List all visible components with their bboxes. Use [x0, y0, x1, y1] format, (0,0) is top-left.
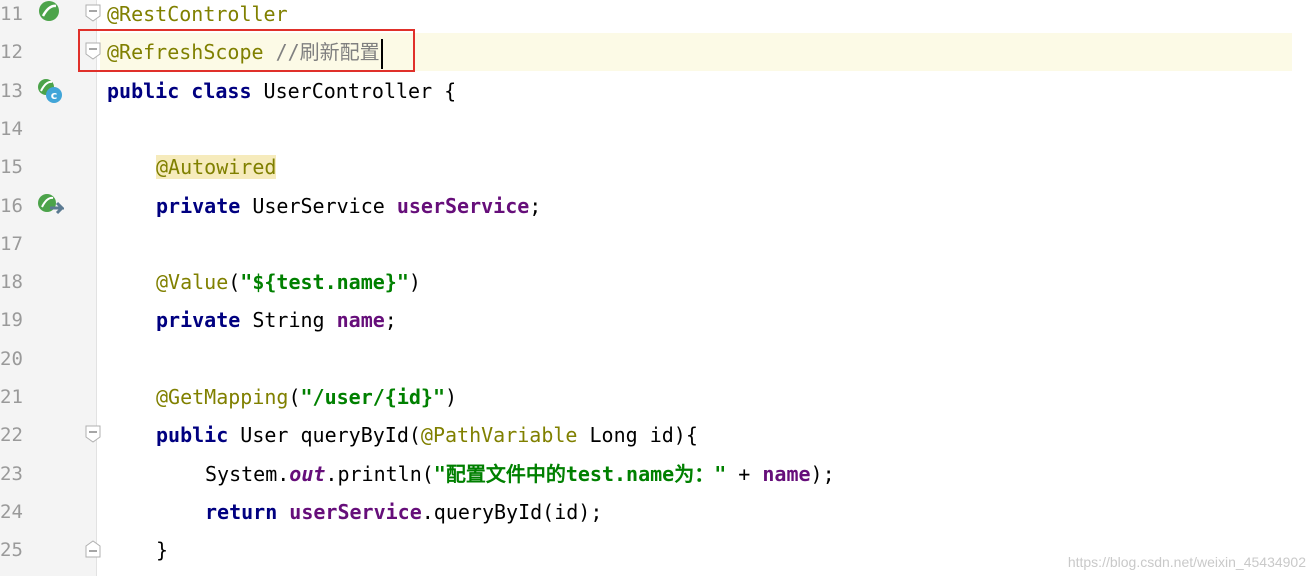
code-token: } — [156, 538, 169, 563]
code-editor[interactable]: 11 @RestController 12 @RefreshScope //刷新配置 1… — [0, 0, 1316, 576]
code-token: ( — [228, 270, 241, 295]
line-number: 13 — [0, 79, 23, 102]
code-line[interactable]: 19 private String name; — [0, 306, 1316, 344]
code-text[interactable]: @GetMapping("/user/{id}") — [156, 378, 457, 416]
code-line[interactable]: 22 public User queryById(@PathVariable Lo… — [0, 421, 1316, 459]
code-token: @RestController — [107, 2, 288, 26]
code-token: private — [156, 308, 241, 333]
code-token: "配置文件中的test.name为：" — [433, 461, 727, 486]
code-token: "${test.name}" — [240, 270, 409, 295]
code-line[interactable]: 16 private UserService userService; — [0, 192, 1316, 230]
line-number: 16 — [0, 194, 23, 217]
code-line[interactable]: 20 — [0, 345, 1316, 383]
code-text[interactable]: @Autowired — [156, 148, 277, 186]
code-token: User queryById( — [228, 423, 421, 448]
code-line-background — [100, 225, 1292, 263]
code-text[interactable]: return userService.queryById(id); — [205, 493, 602, 531]
code-line[interactable]: 17 — [0, 230, 1316, 268]
code-text[interactable]: } — [156, 531, 168, 569]
code-token: System. — [205, 461, 290, 486]
autowired-bean-icon[interactable] — [36, 192, 66, 218]
code-token: userService — [289, 499, 422, 524]
code-token: name — [336, 308, 385, 333]
code-text[interactable]: private String name; — [156, 301, 397, 339]
fold-open-icon[interactable] — [85, 4, 101, 22]
code-token: .queryById(id); — [421, 499, 603, 524]
code-token: .println( — [325, 461, 434, 486]
line-number: 11 — [0, 3, 23, 25]
line-number: 14 — [0, 117, 23, 140]
code-token: @PathVariable — [420, 423, 578, 448]
code-token: UserController { — [251, 78, 457, 103]
code-token: String — [240, 308, 337, 333]
code-line[interactable]: 24 return userService.queryById(id); — [0, 498, 1316, 536]
line-number: 19 — [0, 309, 23, 332]
code-token: @GetMapping — [156, 385, 289, 409]
code-line-background — [100, 340, 1292, 378]
line-number: 15 — [0, 156, 23, 179]
code-line[interactable]: 13 c public class UserController { — [0, 77, 1316, 115]
code-token: private — [156, 193, 241, 218]
line-number: 22 — [0, 424, 23, 447]
code-text[interactable]: @Value("${test.name}") — [156, 263, 421, 301]
fold-open-icon[interactable] — [85, 425, 101, 443]
code-token: ( — [288, 385, 301, 409]
fold-close-icon[interactable] — [85, 540, 101, 558]
svg-text:c: c — [51, 89, 58, 102]
code-token: ; — [529, 193, 542, 218]
code-token: ) — [408, 270, 421, 295]
code-line-background — [100, 148, 1292, 186]
code-line[interactable]: 15 @Autowired — [0, 153, 1316, 191]
line-number: 17 — [0, 232, 23, 255]
watermark: https://blog.csdn.net/weixin_45434902 — [1067, 554, 1306, 570]
code-token: Long id){ — [577, 423, 698, 448]
code-token: public — [107, 78, 180, 103]
code-token: @Autowired — [156, 155, 277, 180]
code-token: ; — [384, 308, 397, 333]
line-number: 18 — [0, 271, 23, 294]
line-number: 25 — [0, 539, 23, 562]
line-number: 12 — [0, 41, 23, 64]
code-token: return — [205, 499, 278, 524]
annotation-highlight-box — [78, 29, 415, 72]
code-text[interactable]: public User queryById(@PathVariable Long… — [156, 416, 698, 454]
code-token: public — [156, 423, 229, 448]
code-token: @Value — [156, 270, 229, 295]
code-line[interactable]: 18 @Value("${test.name}") — [0, 268, 1316, 306]
line-number: 23 — [0, 462, 23, 485]
code-token: ); — [810, 461, 835, 486]
line-number: 21 — [0, 386, 23, 408]
code-text[interactable]: System.out.println("配置文件中的test.name为：" +… — [205, 455, 835, 493]
code-token: ) — [445, 385, 458, 409]
code-line[interactable]: 21 @GetMapping("/user/{id}") — [0, 383, 1316, 421]
line-number: 20 — [0, 347, 23, 370]
code-text[interactable]: private UserService userService; — [156, 187, 541, 225]
code-token: userService — [396, 193, 530, 218]
code-token: UserService — [240, 193, 397, 218]
code-token: class — [191, 78, 252, 103]
code-token: name — [762, 461, 811, 486]
code-line[interactable]: 23 System.out.println("配置文件中的test.name为："… — [0, 460, 1316, 498]
code-token: + — [726, 461, 763, 486]
class-bean-icon[interactable]: c — [36, 77, 62, 103]
code-text[interactable]: public class UserController { — [107, 72, 456, 110]
code-line[interactable]: 14 — [0, 115, 1316, 153]
code-token: "/user/{id}" — [300, 385, 446, 409]
code-token: out — [289, 461, 326, 486]
code-line-background — [100, 110, 1292, 148]
bean-icon[interactable] — [36, 0, 62, 26]
line-number: 24 — [0, 500, 23, 523]
